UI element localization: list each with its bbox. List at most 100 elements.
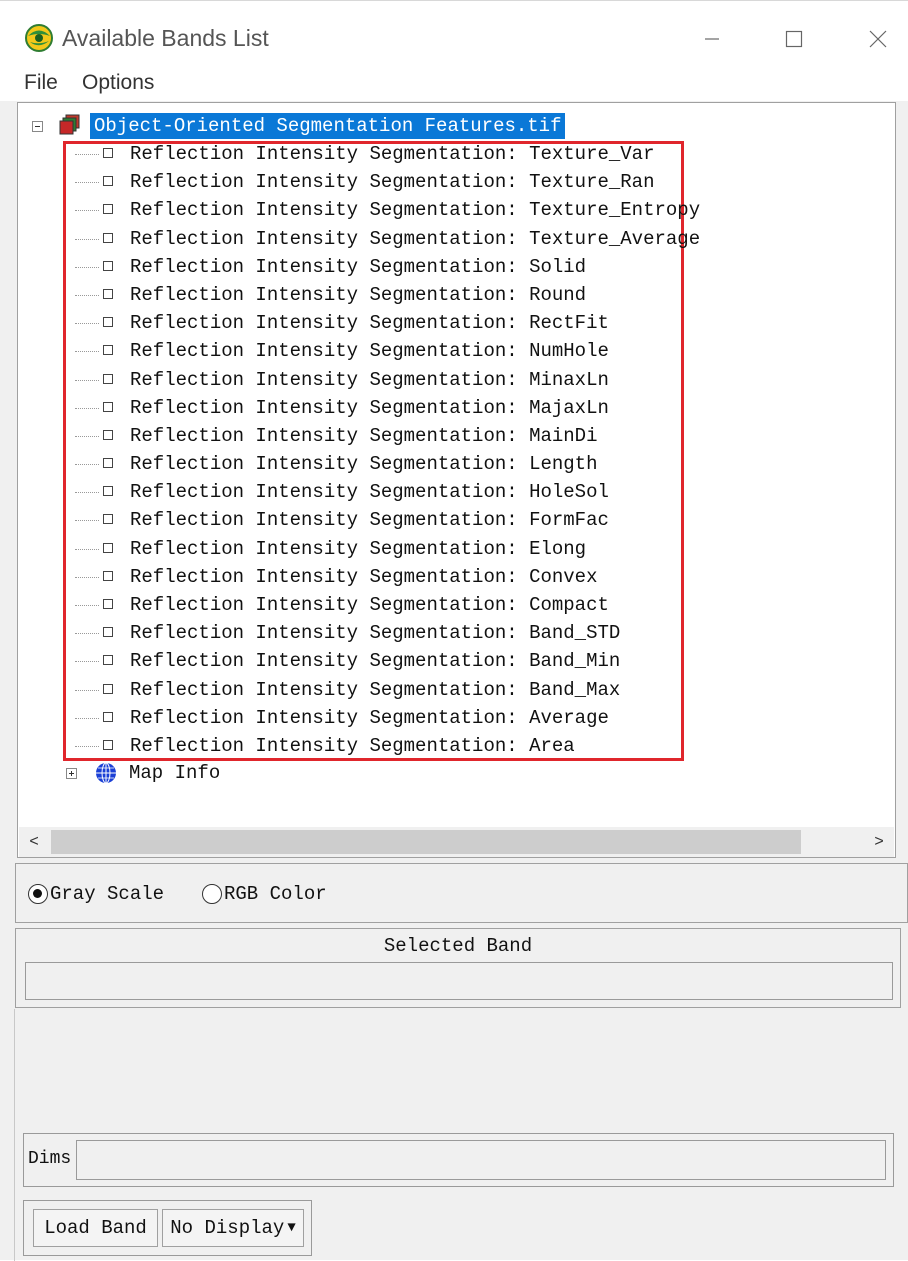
band-label: Reflection Intensity Segmentation: Band_… [130,678,621,701]
band-leaf-icon [103,373,113,384]
map-info-label: Map Info [129,762,221,784]
band-label: Reflection Intensity Segmentation: Band_… [130,650,621,673]
tree-connector [75,435,99,437]
band-label: Reflection Intensity Segmentation: Area [130,734,575,757]
load-band-button[interactable]: Load Band [33,1209,158,1247]
band-label: Reflection Intensity Segmentation: Minax… [130,368,609,391]
band-leaf-icon [103,345,113,356]
band-label: Reflection Intensity Segmentation: Compa… [130,594,609,616]
band-leaf-icon [103,627,113,638]
band-leaf-icon [103,260,113,271]
radio-selected-icon[interactable] [28,884,48,904]
radio-unselected-icon[interactable] [202,884,222,904]
band-label: Reflection Intensity Segmentation: Round [130,283,587,306]
band-leaf-icon [103,711,113,722]
tree-connector [75,605,99,606]
tree-connector [75,210,99,212]
available-bands-window: Available Bands List File Options Object… [0,0,908,1261]
collapse-toggle-icon[interactable] [32,121,43,132]
tree-connector [75,464,99,466]
tree-connector [75,182,99,184]
gray-scale-label: Gray Scale [50,883,165,905]
scroll-right-arrow-icon[interactable]: > [864,827,894,857]
band-label: Reflection Intensity Segmentation: Majax… [130,396,609,419]
tree-connector [75,154,99,155]
band-label: Reflection Intensity Segmentation: NumHo… [130,340,609,363]
selected-band-panel: Selected Band [15,928,901,1008]
dropdown-arrow-icon: ▼ [287,1220,296,1236]
band-leaf-icon [103,232,113,243]
scroll-left-arrow-icon[interactable]: < [19,827,49,857]
tree-connector [75,351,99,353]
band-label: Reflection Intensity Segmentation: FormF… [130,509,609,532]
bands-tree: Object-Oriented Segmentation Features.ti… [17,102,896,858]
tree-connector [75,717,99,719]
tree-connector [75,689,99,691]
band-leaf-icon [103,739,113,750]
maximize-icon [785,30,803,48]
tree-connector [75,633,99,635]
band-label: Reflection Intensity Segmentation: Textu… [130,171,655,194]
close-button[interactable] [856,19,900,59]
band-leaf-icon [103,655,113,666]
tree-connector [75,238,99,240]
tree-connector [75,323,99,325]
display-dropdown-button[interactable]: No Display ▼ [162,1209,304,1247]
globe-icon [96,762,116,784]
tree-connector [75,548,99,550]
scroll-thumb[interactable] [51,830,801,854]
tree-connector [75,294,99,296]
tree-connector [75,407,99,409]
band-label: Reflection Intensity Segmentation: Avera… [130,706,609,729]
tree-connector [75,492,99,494]
tree-connector [75,379,99,381]
band-leaf-icon [103,176,113,187]
selected-band-title: Selected Band [383,935,533,957]
band-leaf-icon [103,570,113,581]
envi-app-icon [25,24,53,52]
menu-file[interactable]: File [24,69,58,97]
tree-connector [75,576,99,578]
selected-band-field [25,962,893,1000]
window-title: Available Bands List [62,25,269,51]
rgb-color-radio[interactable]: RGB Color [202,881,327,907]
band-label: Reflection Intensity Segmentation: Textu… [130,227,701,250]
band-leaf-icon [103,204,113,215]
raster-file-icon [59,114,80,135]
gray-scale-radio[interactable]: Gray Scale [28,881,164,907]
band-label: Reflection Intensity Segmentation: Lengt… [130,453,598,476]
band-label: Reflection Intensity Segmentation: Elong [130,537,587,560]
minimize-icon [705,38,719,40]
color-mode-group: Gray Scale RGB Color [15,863,908,923]
band-label: Reflection Intensity Segmentation: Textu… [130,199,701,222]
band-label: Reflection Intensity Segmentation: Textu… [130,143,655,165]
band-leaf-icon [103,288,113,299]
menu-bar: File Options [0,65,908,101]
tree-connector [75,661,99,663]
band-leaf-icon [103,486,113,497]
band-leaf-icon [103,148,113,158]
tree-root-label[interactable]: Object-Oriented Segmentation Features.ti… [90,113,566,139]
rgb-color-label: RGB Color [224,883,327,905]
display-dropdown-label: No Display [170,1217,285,1239]
expand-toggle-icon[interactable] [66,768,77,779]
dims-panel: Dims [23,1133,894,1187]
maximize-button[interactable] [772,19,816,59]
band-leaf-icon [103,458,113,469]
title-bar: Available Bands List [0,1,908,69]
band-leaf-icon [103,401,113,412]
band-leaf-icon [103,683,113,694]
dims-label: Dims [28,1149,72,1169]
band-label: Reflection Intensity Segmentation: Conve… [130,565,598,588]
minimize-button[interactable] [690,19,734,59]
band-label: Reflection Intensity Segmentation: HoleS… [130,481,609,504]
horizontal-scrollbar[interactable]: < > [19,827,894,857]
dims-field [76,1140,886,1180]
tree-connector [75,520,99,522]
band-leaf-icon [103,429,113,440]
action-buttons: Load Band No Display ▼ [23,1200,312,1256]
band-label: Reflection Intensity Segmentation: MainD… [130,424,598,447]
tree-connector [75,745,99,747]
menu-options[interactable]: Options [82,69,154,97]
band-leaf-icon [103,514,113,525]
